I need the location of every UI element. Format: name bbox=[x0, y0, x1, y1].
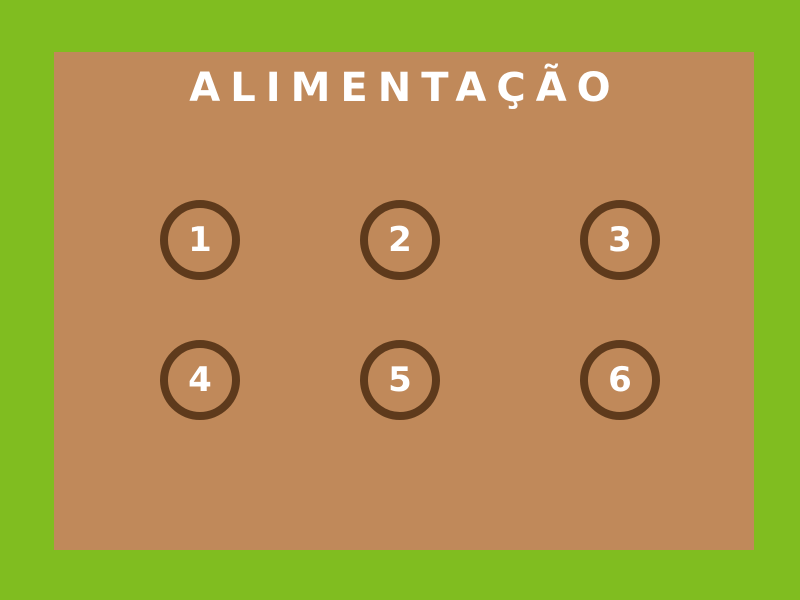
level-select-board bbox=[54, 52, 754, 550]
level-2-label: 2 bbox=[388, 220, 412, 260]
level-5-label: 5 bbox=[388, 360, 412, 400]
level-3-button[interactable]: 3 bbox=[580, 200, 660, 280]
level-6-button[interactable]: 6 bbox=[580, 340, 660, 420]
level-1-label: 1 bbox=[188, 220, 212, 260]
level-4-label: 4 bbox=[188, 360, 212, 400]
level-2-button[interactable]: 2 bbox=[360, 200, 440, 280]
level-3-label: 3 bbox=[608, 220, 632, 260]
level-4-button[interactable]: 4 bbox=[160, 340, 240, 420]
level-5-button[interactable]: 5 bbox=[360, 340, 440, 420]
screen-title: ALIMENTAÇÃO bbox=[189, 65, 621, 111]
level-6-label: 6 bbox=[608, 360, 632, 400]
level-1-button[interactable]: 1 bbox=[160, 200, 240, 280]
